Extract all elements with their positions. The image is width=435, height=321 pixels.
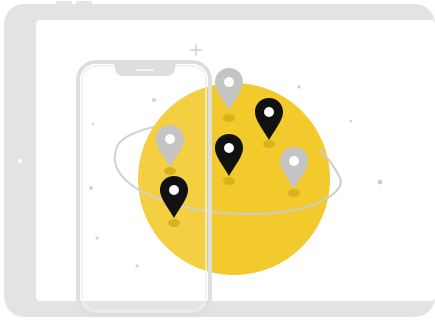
tablet-side-button	[56, 1, 72, 5]
dot-sparkle-icon	[297, 85, 301, 89]
illustration-scene	[4, 1, 435, 317]
phone	[76, 60, 212, 317]
tablet-side-button-2	[76, 1, 92, 5]
tablet-home-dot	[18, 159, 22, 163]
phone-frame	[76, 60, 212, 317]
dot-sparkle-icon	[377, 179, 383, 185]
dot-sparkle-icon	[349, 119, 353, 123]
phone-speaker	[136, 69, 154, 71]
